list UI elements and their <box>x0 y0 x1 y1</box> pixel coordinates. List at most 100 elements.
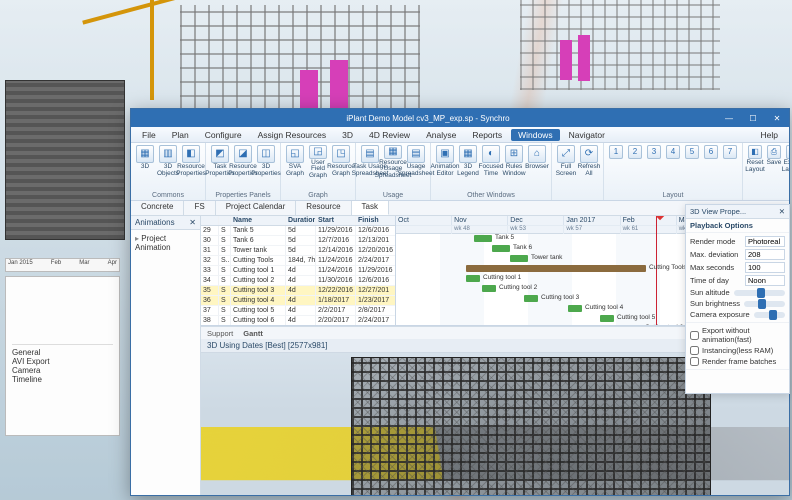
render-mode-field[interactable] <box>745 236 785 247</box>
task-row[interactable]: 29STank 55d11/29/201612/6/2016 <box>201 226 395 236</box>
bg-panel-item-timeline[interactable]: Timeline <box>12 375 113 384</box>
gantt-bar[interactable] <box>524 295 538 302</box>
menu-help[interactable]: Help <box>754 129 785 141</box>
props-close-icon[interactable]: ✕ <box>779 207 785 216</box>
gantt-bar[interactable] <box>492 245 510 252</box>
gantt-bar-label: Cutting Tools <box>649 264 686 271</box>
ribbon-save[interactable]: ⎙Save <box>766 145 782 175</box>
ribbon-4[interactable]: 4 <box>665 145 681 175</box>
ribbon-rules-window[interactable]: ⊞Rules Window <box>504 145 524 179</box>
ribbon-refresh-all[interactable]: ⟳Refresh All <box>579 145 599 179</box>
menu-plan[interactable]: Plan <box>165 129 196 141</box>
gantt-bar[interactable] <box>600 315 614 322</box>
menu-windows[interactable]: Windows <box>511 129 559 141</box>
ribbon-focused-time[interactable]: ◐Focused Time <box>481 145 501 179</box>
ribbon-resource-properties[interactable]: ◧Resource Properties <box>181 145 201 179</box>
camera-exposure-slider[interactable] <box>754 312 785 318</box>
gantt-bar[interactable] <box>510 255 528 262</box>
ribbon-7[interactable]: 7 <box>722 145 738 175</box>
footer-tab-gantt[interactable]: Gantt <box>243 329 263 338</box>
ribbon-1[interactable]: 1 <box>608 145 624 175</box>
ribbon-resource-graph[interactable]: ◳Resource Graph <box>331 145 351 179</box>
sun-altitude-slider[interactable] <box>734 290 785 296</box>
subtab-concrete[interactable]: Concrete <box>131 201 184 215</box>
gantt-bar-label: Cutting tool 5 <box>617 314 655 321</box>
ribbon-5[interactable]: 5 <box>684 145 700 175</box>
ribbon-6[interactable]: 6 <box>703 145 719 175</box>
time-of-day-field[interactable] <box>745 275 785 286</box>
gantt-bar[interactable] <box>466 265 646 272</box>
titlebar[interactable]: iPlant Demo Model cv3_MP_exp.sp - Synchr… <box>131 109 789 127</box>
menu-3d[interactable]: 3D <box>335 129 360 141</box>
ribbon-2[interactable]: 2 <box>627 145 643 175</box>
task-row[interactable]: 37SCutting tool 54d2/2/20172/8/2017 <box>201 306 395 316</box>
ribbon-reset-layout[interactable]: ◧Reset Layout <box>747 145 763 175</box>
task-row[interactable]: 31STower tank5d12/14/201612/20/2016 <box>201 246 395 256</box>
task-row[interactable]: 30STank 65d12/7/201612/13/201 <box>201 236 395 246</box>
gantt-bar[interactable] <box>474 235 492 242</box>
bg-panel-item-general[interactable]: General <box>12 348 113 357</box>
gantt-bar-label: Cutting tool 2 <box>499 284 537 291</box>
task-row[interactable]: 38SCutting tool 64d2/20/20172/24/2017 <box>201 316 395 325</box>
gantt-bar[interactable] <box>568 305 582 312</box>
background-export-panel: General AVI Export Camera Timeline <box>5 276 120 436</box>
ribbon-resource-properties[interactable]: ◪Resource Properties <box>233 145 253 179</box>
menu-file[interactable]: File <box>135 129 163 141</box>
ribbon-3d[interactable]: ▦3D <box>135 145 155 179</box>
check-instancing[interactable]: Instancing(less RAM) <box>690 345 785 356</box>
menu-navigator[interactable]: Navigator <box>562 129 612 141</box>
gantt-bar-label: Cutting tool 4 <box>585 304 623 311</box>
ribbon-export-layouts[interactable]: ⇲Export Layouts <box>785 145 789 175</box>
ribbon-3d-properties[interactable]: ◫3D Properties <box>256 145 276 179</box>
maximize-button[interactable]: ☐ <box>741 114 765 123</box>
footer-tab-support[interactable]: Support <box>207 329 233 338</box>
gantt-bar-label: Cutting tool 1 <box>483 274 521 281</box>
close-button[interactable]: ✕ <box>765 114 789 123</box>
bg-panel-item-avi[interactable]: AVI Export <box>12 357 113 366</box>
ribbon-3[interactable]: 3 <box>646 145 662 175</box>
subtab-task[interactable]: Task <box>352 201 389 215</box>
check-export-noanim[interactable]: Export without animation(fast) <box>690 325 785 345</box>
task-grid-header: Name Duration Start Finish <box>201 216 395 226</box>
background-column <box>560 40 572 80</box>
background-crane <box>150 0 154 100</box>
task-row[interactable]: 32S...Cutting Tools184d, 7h11/24/20162/2… <box>201 256 395 266</box>
ribbon-user-field-graph[interactable]: ◲User Field Graph <box>308 145 328 179</box>
ribbon-full-screen[interactable]: ⤢Full Screen <box>556 145 576 179</box>
panel-close-icon[interactable]: ✕ <box>189 218 196 227</box>
animation-tree-node[interactable]: Project Animation <box>135 234 196 252</box>
ribbon-group-label: Usage <box>360 191 426 200</box>
gantt-bar[interactable] <box>466 275 480 282</box>
max-deviation-field[interactable] <box>745 249 785 260</box>
bg-panel-item-camera[interactable]: Camera <box>12 366 113 375</box>
ribbon-sva-graph[interactable]: ◱SVA Graph <box>285 145 305 179</box>
animations-panel: Animations ✕ Project Animation <box>131 216 201 495</box>
task-row[interactable]: 33SCutting tool 14d11/24/201611/29/2016 <box>201 266 395 276</box>
task-row[interactable]: 36SCutting tool 44d1/18/20171/23/2017 <box>201 296 395 306</box>
task-row[interactable]: 34SCutting tool 24d11/30/201612/6/2016 <box>201 276 395 286</box>
background-timeline-ruler: Jan 2015FebMarApr <box>5 258 120 272</box>
ribbon-group-label: Layout <box>608 191 738 200</box>
max-seconds-field[interactable] <box>745 262 785 273</box>
ribbon-usage-spreadsheet[interactable]: ▤Usage Spreadsheet <box>406 145 426 179</box>
subtab-resource[interactable]: Resource <box>296 201 351 215</box>
sun-brightness-slider[interactable] <box>744 301 785 307</box>
menu-4d-review[interactable]: 4D Review <box>362 129 417 141</box>
subtab-fs[interactable]: FS <box>184 201 215 215</box>
ribbon-browser[interactable]: ⌂Browser <box>527 145 547 179</box>
check-render-batches[interactable]: Render frame batches <box>690 356 785 367</box>
menu-reports[interactable]: Reports <box>465 129 509 141</box>
menu-assign-resources[interactable]: Assign Resources <box>251 129 334 141</box>
background-steel-frame-2 <box>520 0 720 90</box>
ribbon-3d-legend[interactable]: ▦3D Legend <box>458 145 478 179</box>
minimize-button[interactable]: — <box>717 114 741 123</box>
ribbon-task-properties[interactable]: ◩Task Properties <box>210 145 230 179</box>
ribbon-animation-editor[interactable]: ▣Animation Editor <box>435 145 455 179</box>
ribbon: ▦3D▥3D Objects◧Resource PropertiesCommon… <box>131 143 789 201</box>
ribbon-3d-objects[interactable]: ▥3D Objects <box>158 145 178 179</box>
subtab-project-calendar[interactable]: Project Calendar <box>216 201 297 215</box>
gantt-bar[interactable] <box>482 285 496 292</box>
menu-analyse[interactable]: Analyse <box>419 129 463 141</box>
task-row[interactable]: 35SCutting tool 34d12/22/201612/27/201 <box>201 286 395 296</box>
menu-configure[interactable]: Configure <box>198 129 249 141</box>
